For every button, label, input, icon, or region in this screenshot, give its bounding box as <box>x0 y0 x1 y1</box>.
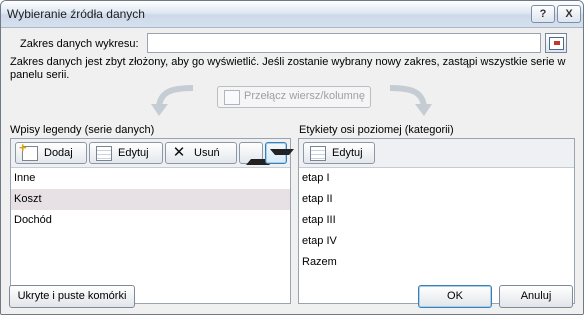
range-select-icon <box>549 37 564 50</box>
edit-icon <box>310 146 326 161</box>
add-icon <box>19 140 38 161</box>
edit-series-button[interactable]: Edytuj <box>89 142 163 164</box>
help-button[interactable]: ? <box>531 5 555 23</box>
ok-button[interactable]: OK <box>418 285 492 308</box>
dialog-body: Zakres danych wykresu: Zakres danych jes… <box>1 28 583 314</box>
edit-axis-labels-label: Edytuj <box>332 147 363 159</box>
remove-series-label: Usuń <box>194 147 220 159</box>
list-item[interactable]: etap III <box>299 210 574 231</box>
category-list: etap I etap II etap III etap IV Razem <box>299 168 574 273</box>
list-item[interactable]: etap IV <box>299 231 574 252</box>
chart-range-label: Zakres danych wykresu: <box>20 38 139 50</box>
cancel-button[interactable]: Anuluj <box>499 285 573 308</box>
remove-series-button[interactable]: ✕ Usuń <box>165 142 237 164</box>
select-data-source-dialog: Wybieranie źródła danych ? X Zakres dany… <box>0 0 584 315</box>
title-bar: Wybieranie źródła danych ? X <box>1 1 583 28</box>
add-series-button[interactable]: Dodaj <box>15 140 87 164</box>
legend-toolbar: Dodaj Edytuj ✕ Usuń <box>11 139 294 168</box>
curved-arrow-right-icon <box>389 85 432 116</box>
remove-icon: ✕ <box>172 144 186 161</box>
list-item[interactable]: Razem <box>299 252 574 273</box>
edit-icon <box>96 146 112 161</box>
curved-arrow-left-icon <box>151 85 194 116</box>
move-up-button[interactable] <box>239 142 270 165</box>
series-list: Inne Koszt Dochód <box>11 168 290 231</box>
add-series-label: Dodaj <box>44 147 73 159</box>
axis-labels-title: Etykiety osi poziomej (kategorii) <box>299 124 454 136</box>
dialog-title: Wybieranie źródła danych <box>7 7 145 21</box>
list-item[interactable]: Koszt <box>11 189 290 210</box>
edit-series-label: Edytuj <box>118 147 149 159</box>
list-item[interactable]: Dochód <box>11 210 290 231</box>
axis-labels-panel: Edytuj etap I etap II etap III etap IV R… <box>298 138 575 304</box>
switch-row-column-icon <box>224 90 240 105</box>
close-button[interactable]: X <box>557 5 581 23</box>
list-item[interactable]: etap I <box>299 168 574 189</box>
axis-toolbar: Edytuj <box>299 139 574 168</box>
edit-axis-labels-button[interactable]: Edytuj <box>303 142 375 164</box>
legend-entries-panel: Dodaj Edytuj ✕ Usuń Inne K <box>10 138 294 304</box>
move-down-button[interactable] <box>265 142 294 164</box>
chart-range-input[interactable] <box>147 33 541 53</box>
range-too-complex-message: Zakres danych jest zbyt złożony, aby go … <box>10 56 566 81</box>
switch-row-column-label: Przełącz wiersz/kolumnę <box>244 90 366 102</box>
switch-row-column-button[interactable]: Przełącz wiersz/kolumnę <box>217 86 371 108</box>
arrow-down-icon <box>270 149 294 168</box>
collapse-dialog-button[interactable] <box>545 33 567 53</box>
list-item[interactable]: Inne <box>11 168 290 189</box>
hidden-empty-cells-button[interactable]: Ukryte i puste komórki <box>9 285 135 308</box>
legend-entries-title: Wpisy legendy (serie danych) <box>10 124 155 136</box>
list-item[interactable]: etap II <box>299 189 574 210</box>
